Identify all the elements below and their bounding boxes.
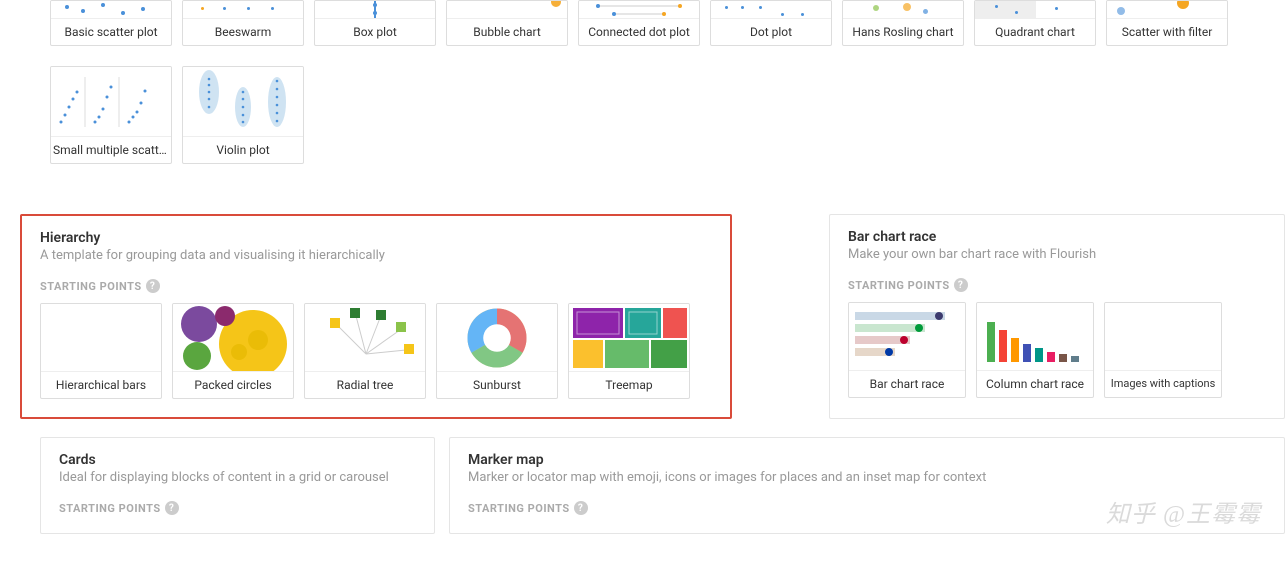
chart-card-scatter-with-filter[interactable]: Scatter with filter (1106, 0, 1228, 46)
card-label: Small multiple scatter (51, 137, 171, 163)
chart-card-basic-scatter-plot[interactable]: Basic scatter plot (50, 0, 172, 46)
thumb-column-chart-race (977, 303, 1093, 371)
thumb-images-with-captions (1105, 303, 1221, 371)
starting-points: STARTING POINTS ? (468, 501, 1266, 515)
thumb-beeswarm (183, 1, 303, 19)
thumb-violin (183, 67, 303, 137)
starting-points: STARTING POINTS ? (59, 501, 416, 515)
thumb-treemap (569, 304, 689, 372)
card-label: Scatter with filter (1107, 19, 1227, 45)
help-icon[interactable]: ? (574, 501, 588, 515)
section-row-2: Cards Ideal for displaying blocks of con… (40, 437, 1285, 534)
section-cards[interactable]: Cards Ideal for displaying blocks of con… (40, 437, 435, 534)
sp-label: Column chart race (977, 371, 1093, 397)
sp-label: Bar chart race (849, 371, 965, 397)
sp-radial-tree[interactable]: Radial tree (304, 303, 426, 399)
chart-card-dot-plot[interactable]: Dot plot (710, 0, 832, 46)
help-icon[interactable]: ? (146, 279, 160, 293)
sp-hierarchical-bars[interactable]: Hierarchical bars (40, 303, 162, 399)
chart-card-hans-rosling[interactable]: Hans Rosling chart (842, 0, 964, 46)
thumb-bar-chart-race (849, 303, 965, 371)
section-row-1: Hierarchy A template for grouping data a… (40, 214, 1285, 419)
thumb-scatter-filter (1107, 1, 1227, 19)
help-icon[interactable]: ? (165, 501, 179, 515)
thumb-box-plot (315, 1, 435, 19)
thumb-hierarchical-bars (41, 304, 161, 372)
thumb-bubble (447, 1, 567, 19)
thumb-quadrant (975, 1, 1095, 19)
section-title: Hierarchy (40, 230, 712, 246)
chart-card-quadrant-chart[interactable]: Quadrant chart (974, 0, 1096, 46)
thumb-sunburst (437, 304, 557, 372)
sp-column-chart-race[interactable]: Column chart race (976, 302, 1094, 398)
card-label: Quadrant chart (975, 19, 1095, 45)
starting-points: STARTING POINTS ? (848, 278, 1266, 398)
card-label: Bubble chart (447, 19, 567, 45)
sp-packed-circles[interactable]: Packed circles (172, 303, 294, 399)
thumb-dot-plot (711, 1, 831, 19)
section-desc: Ideal for displaying blocks of content i… (59, 470, 416, 485)
sp-label: Packed circles (173, 372, 293, 398)
thumb-hans-rosling (843, 1, 963, 19)
starting-points-label: STARTING POINTS ? (59, 501, 416, 515)
sp-bar-chart-race[interactable]: Bar chart race (848, 302, 966, 398)
starting-points-label: STARTING POINTS ? (468, 501, 1266, 515)
section-bar-chart-race[interactable]: Bar chart race Make your own bar chart r… (829, 214, 1285, 419)
sp-treemap[interactable]: Treemap (568, 303, 690, 399)
sp-label: Sunburst (437, 372, 557, 398)
sp-sunburst[interactable]: Sunburst (436, 303, 558, 399)
section-title: Cards (59, 452, 416, 468)
card-label: Beeswarm (183, 19, 303, 45)
scatter-charts-row-1: Basic scatter plot Beeswarm Box plot Bub… (40, 0, 1285, 66)
help-icon[interactable]: ? (954, 278, 968, 292)
sp-label: Radial tree (305, 372, 425, 398)
sp-images-with-captions[interactable]: Images with captions (1104, 302, 1222, 398)
thumb-radial-tree (305, 304, 425, 372)
hierarchy-grid: Hierarchical bars (40, 303, 712, 399)
card-label: Basic scatter plot (51, 19, 171, 45)
starting-points: STARTING POINTS ? Hierarchical bars (40, 279, 712, 399)
thumb-packed-circles (173, 304, 293, 372)
card-label: Connected dot plot (579, 19, 699, 45)
chart-card-violin-plot[interactable]: Violin plot (182, 66, 304, 164)
starting-points-label: STARTING POINTS ? (848, 278, 1266, 292)
card-label: Dot plot (711, 19, 831, 45)
chart-card-small-multiple-scatter[interactable]: Small multiple scatter (50, 66, 172, 164)
starting-points-label: STARTING POINTS ? (40, 279, 712, 293)
chart-card-connected-dot-plot[interactable]: Connected dot plot (578, 0, 700, 46)
card-label: Violin plot (183, 137, 303, 163)
section-desc: Marker or locator map with emoji, icons … (468, 470, 1266, 485)
card-label: Hans Rosling chart (843, 19, 963, 45)
thumb-basic-scatter (51, 1, 171, 19)
sp-label: Treemap (569, 372, 689, 398)
bcr-grid: Bar chart race (848, 302, 1266, 398)
section-title: Bar chart race (848, 229, 1266, 245)
section-title: Marker map (468, 452, 1266, 468)
sp-label: Hierarchical bars (41, 372, 161, 398)
section-desc: A template for grouping data and visuali… (40, 248, 712, 263)
sp-label: Images with captions (1105, 371, 1221, 396)
chart-card-beeswarm[interactable]: Beeswarm (182, 0, 304, 46)
thumb-small-multiple (51, 67, 171, 137)
scatter-charts-row-2: Small multiple scatter Violin plot (40, 66, 1285, 184)
section-marker-map[interactable]: Marker map Marker or locator map with em… (449, 437, 1285, 534)
card-label: Box plot (315, 19, 435, 45)
chart-card-box-plot[interactable]: Box plot (314, 0, 436, 46)
section-hierarchy[interactable]: Hierarchy A template for grouping data a… (20, 214, 732, 419)
section-desc: Make your own bar chart race with Flouri… (848, 247, 1266, 262)
chart-card-bubble-chart[interactable]: Bubble chart (446, 0, 568, 46)
thumb-connected-dot (579, 1, 699, 19)
